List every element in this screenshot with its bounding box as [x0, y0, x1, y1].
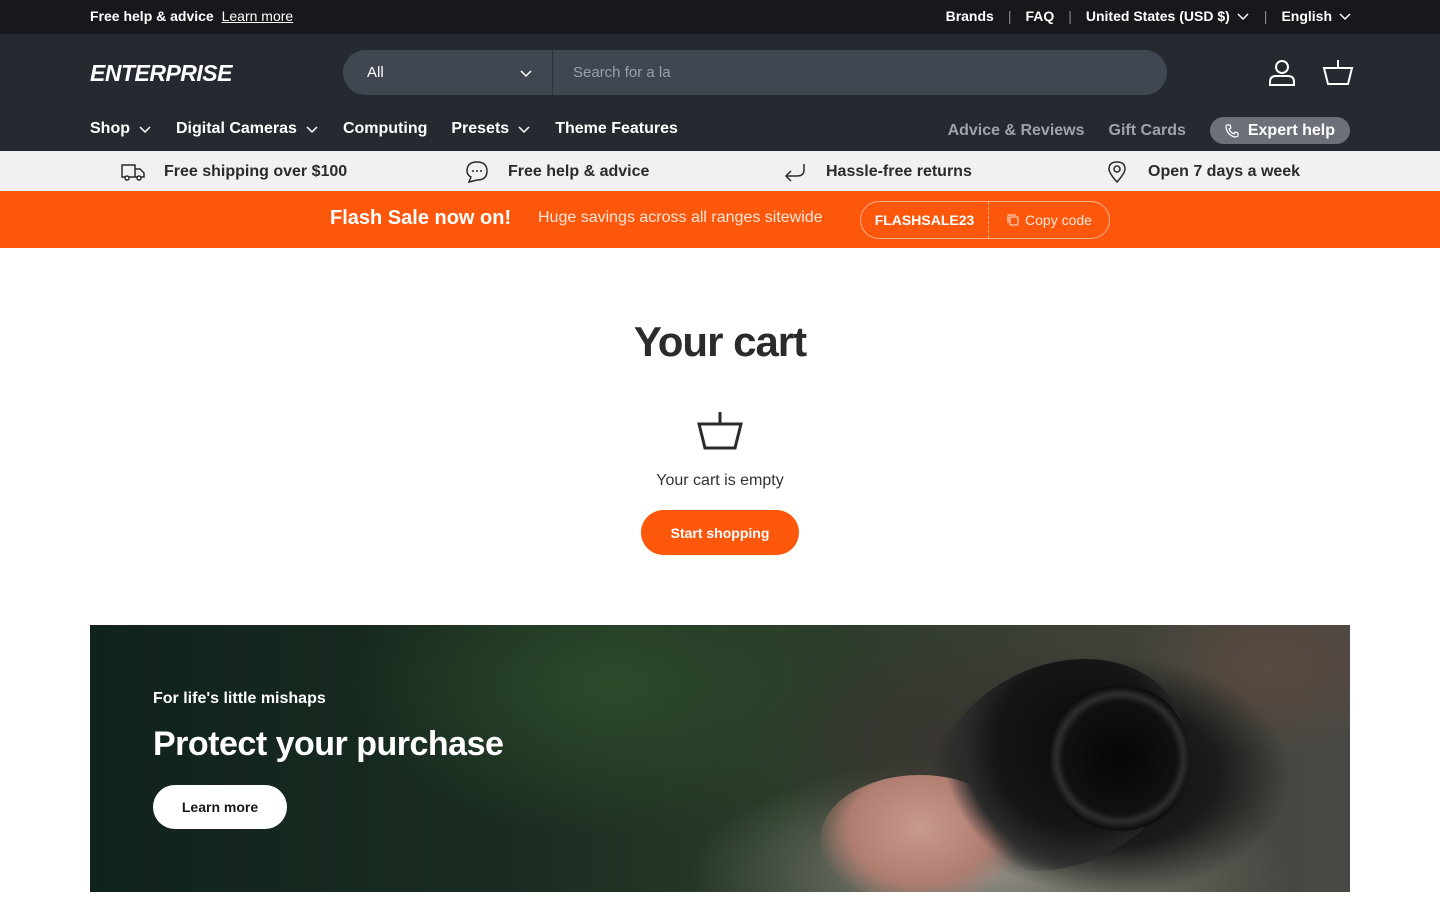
- divider: |: [1263, 8, 1268, 24]
- copy-code-label: Copy code: [1025, 212, 1092, 228]
- usp-label: Free help & advice: [508, 163, 650, 180]
- page-title: Your cart: [633, 318, 807, 365]
- header-icons: [1266, 56, 1354, 88]
- nav-item-gift-cards[interactable]: Gift Cards: [1109, 122, 1186, 140]
- nav-item-computing[interactable]: Computing: [343, 120, 427, 138]
- location-pin-icon: [1108, 161, 1126, 184]
- chevron-down-icon: [520, 69, 532, 77]
- announcement-bar: Free help & advice Learn more Brands | F…: [0, 0, 1440, 34]
- copy-code-button[interactable]: Copy code: [989, 212, 1109, 228]
- search-category-label: All: [367, 64, 384, 81]
- account-icon[interactable]: [1266, 56, 1298, 88]
- search-input[interactable]: [553, 50, 1167, 95]
- main-nav: Shop Digital Cameras Computing Presets T…: [90, 120, 678, 138]
- language-label: English: [1281, 8, 1332, 24]
- usp-label: Hassle-free returns: [826, 163, 972, 180]
- search-category-select[interactable]: All: [343, 50, 553, 95]
- secondary-nav: Advice & Reviews Gift Cards Expert help: [948, 117, 1350, 144]
- coupon-code: FLASHSALE23: [861, 202, 989, 238]
- copy-icon: [1007, 214, 1019, 226]
- protect-purchase-banner: For life's little mishaps Protect your p…: [90, 625, 1350, 892]
- nav-item-advice-reviews[interactable]: Advice & Reviews: [948, 122, 1085, 140]
- banner-kicker: For life's little mishaps: [153, 690, 326, 707]
- usp-label: Open 7 days a week: [1148, 163, 1301, 180]
- nav-label: Digital Cameras: [176, 120, 297, 137]
- truck-icon: [121, 164, 145, 181]
- language-selector[interactable]: English: [1281, 8, 1352, 24]
- phone-icon: [1225, 123, 1239, 138]
- nav-label: Computing: [342, 120, 428, 137]
- announcement-right: Brands | FAQ | United States (USD $) | E…: [946, 8, 1352, 24]
- usp-label: Free shipping over $100: [164, 163, 348, 180]
- usp-item: Hassle-free returns: [782, 160, 972, 184]
- usp-bar: Free shipping over $100 Free help & advi…: [0, 151, 1440, 191]
- announcement-learn-more-link[interactable]: Learn more: [222, 8, 294, 24]
- chevron-down-icon: [1339, 13, 1351, 21]
- banner-image-lens: [1050, 683, 1190, 833]
- nav-label: Presets: [451, 120, 510, 137]
- empty-cart-message: Your cart is empty: [656, 472, 784, 489]
- nav-item-theme-features[interactable]: Theme Features: [555, 120, 678, 138]
- flash-sale-subtitle: Huge savings across all ranges sitewide: [538, 209, 823, 226]
- expert-help-label: Expert help: [1247, 121, 1335, 139]
- nav-item-presets[interactable]: Presets: [451, 120, 531, 138]
- nav-item-digital-cameras[interactable]: Digital Cameras: [176, 120, 319, 138]
- flash-sale-bar: Flash Sale now on! Huge savings across a…: [0, 191, 1440, 248]
- usp-item: Open 7 days a week: [1104, 160, 1300, 184]
- divider: |: [1007, 8, 1012, 24]
- coupon-code-box: FLASHSALE23 Copy code: [860, 201, 1110, 239]
- search-bar: All: [343, 50, 1167, 95]
- nav-label: Theme Features: [555, 120, 678, 137]
- basket-icon: [697, 412, 743, 450]
- expert-help-button[interactable]: Expert help: [1209, 117, 1350, 144]
- announcement-left: Free help & advice Learn more: [90, 8, 293, 24]
- site-header: ENTERPRISE All Shop Digital Cameras Comp…: [0, 34, 1440, 151]
- currency-label: United States (USD $): [1085, 8, 1230, 24]
- chevron-down-icon: [139, 126, 151, 134]
- chevron-down-icon: [1237, 13, 1249, 21]
- flash-sale-title: Flash Sale now on!: [330, 207, 512, 229]
- usp-item: Free shipping over $100: [120, 160, 347, 184]
- start-shopping-button[interactable]: Start shopping: [641, 510, 799, 555]
- brands-link[interactable]: Brands: [946, 8, 994, 24]
- chat-icon: [466, 161, 488, 184]
- chevron-down-icon: [306, 126, 318, 134]
- faq-link[interactable]: FAQ: [1025, 8, 1054, 24]
- banner-title: Protect your purchase: [153, 725, 504, 763]
- logo[interactable]: ENTERPRISE: [90, 60, 232, 87]
- basket-icon[interactable]: [1322, 56, 1354, 88]
- divider: |: [1068, 8, 1072, 24]
- nav-label: Shop: [90, 120, 130, 137]
- chevron-down-icon: [518, 126, 530, 134]
- nav-item-shop[interactable]: Shop: [90, 120, 152, 138]
- currency-selector[interactable]: United States (USD $): [1086, 8, 1250, 24]
- banner-learn-more-button[interactable]: Learn more: [153, 785, 287, 829]
- return-arrow-icon: [784, 164, 805, 182]
- usp-item: Free help & advice: [464, 160, 649, 184]
- announcement-text: Free help & advice: [90, 8, 214, 24]
